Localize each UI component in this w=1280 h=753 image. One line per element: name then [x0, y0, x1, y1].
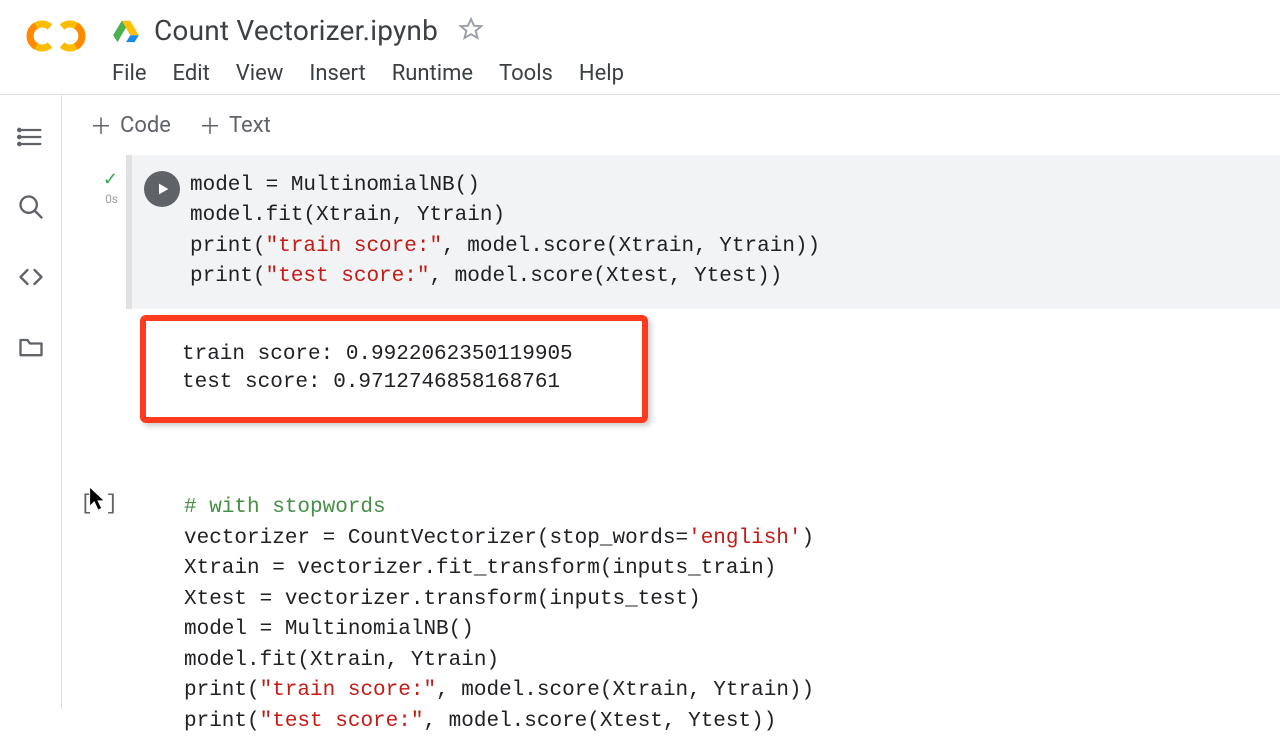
plus-icon: ＋ [90, 109, 112, 141]
menu-tools[interactable]: Tools [499, 61, 553, 86]
code-cell-2[interactable]: [ ] # with stopwords vectorizer = CountV… [70, 477, 1280, 753]
files-icon[interactable] [17, 333, 45, 361]
star-icon[interactable] [458, 16, 484, 46]
menu-help[interactable]: Help [579, 61, 624, 86]
search-icon[interactable] [17, 193, 45, 221]
output-line: test score: 0.9712746858168761 [182, 369, 626, 397]
menu-edit[interactable]: Edit [173, 61, 210, 86]
check-icon: ✓ [103, 169, 118, 190]
colab-logo[interactable] [0, 8, 112, 54]
code-cell-1[interactable]: ✓ 0s model = MultinomialNB() model.fit(X… [70, 155, 1280, 437]
menu-view[interactable]: View [236, 61, 284, 86]
code-editor-2[interactable]: # with stopwords vectorizer = CountVecto… [184, 493, 1280, 737]
exec-time: 0s [105, 192, 118, 206]
menu-file[interactable]: File [112, 61, 147, 86]
drive-icon [112, 19, 140, 43]
code-editor-1[interactable]: model = MultinomialNB() model.fit(Xtrain… [190, 171, 1280, 293]
code-snippets-icon[interactable] [17, 263, 45, 291]
sidebar [0, 95, 62, 709]
plus-icon: ＋ [199, 109, 221, 141]
output-line: train score: 0.9922062350119905 [182, 341, 626, 369]
cell-prompt: [ ] [80, 491, 118, 516]
add-text-button[interactable]: ＋ Text [199, 109, 271, 141]
notebook-title[interactable]: Count Vectorizer.ipynb [154, 14, 438, 47]
run-button[interactable] [144, 171, 180, 207]
cell-output-1: train score: 0.9922062350119905 test sco… [126, 309, 1280, 438]
add-code-label: Code [120, 113, 171, 138]
add-code-button[interactable]: ＋ Code [90, 109, 171, 141]
add-text-label: Text [229, 113, 271, 138]
menu-insert[interactable]: Insert [309, 61, 365, 86]
toc-icon[interactable] [17, 123, 45, 151]
menu-runtime[interactable]: Runtime [392, 61, 473, 86]
